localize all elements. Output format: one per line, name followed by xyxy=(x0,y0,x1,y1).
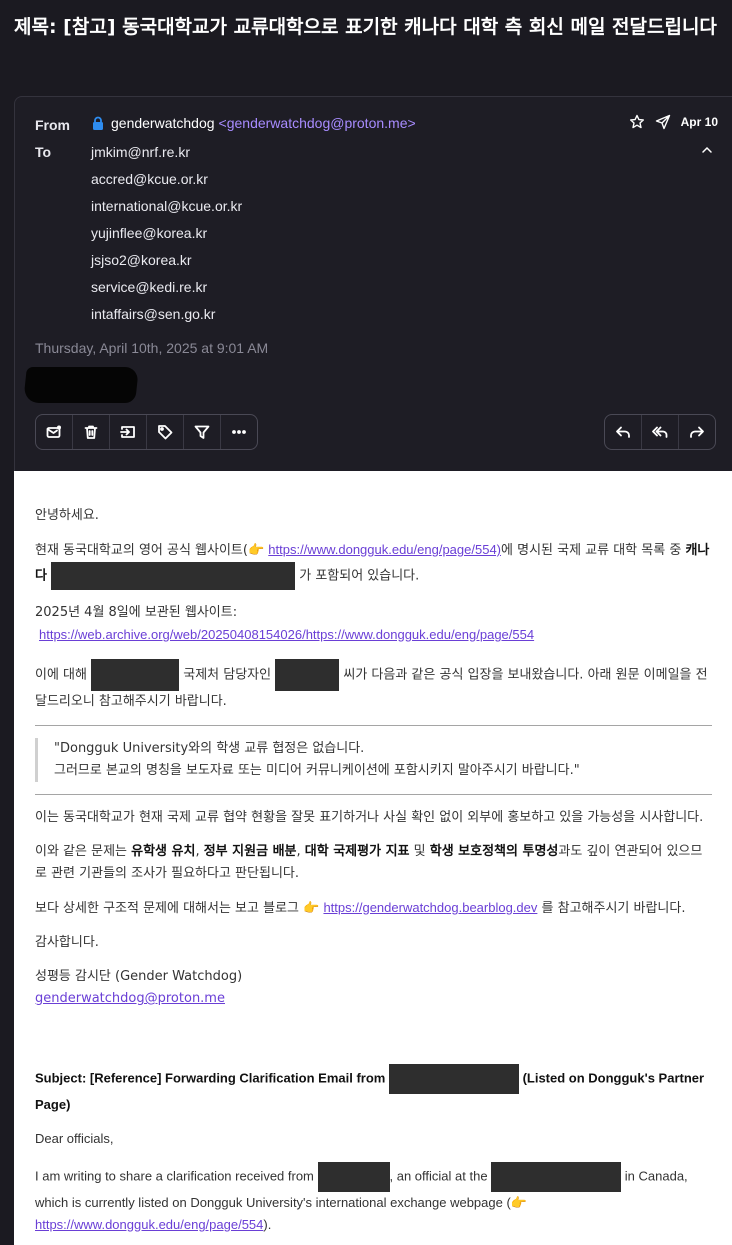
divider xyxy=(35,794,712,795)
forward-button[interactable] xyxy=(679,415,715,449)
move-button[interactable] xyxy=(110,415,147,449)
blog-link[interactable]: https://genderwatchdog.bearblog.dev xyxy=(323,900,537,915)
redaction-mark xyxy=(491,1162,622,1192)
sender-email: <genderwatchdog@proton.me> xyxy=(218,115,416,131)
redaction-mark xyxy=(51,562,296,590)
recipient[interactable]: international@kcue.or.kr xyxy=(91,196,242,223)
english-paragraph-1: I am writing to share a clarification re… xyxy=(35,1162,712,1236)
email-datetime: Thursday, April 10th, 2025 at 9:01 AM xyxy=(35,340,269,356)
archive-link[interactable]: https://web.archive.org/web/202504081540… xyxy=(39,627,534,642)
lock-icon xyxy=(93,116,103,130)
paragraph-4: 이는 동국대학교가 현재 국제 교류 협약 현황을 잘못 표기하거나 사실 확인… xyxy=(35,810,704,825)
email-header-card: From To genderwatchdog <genderwatchdog@p… xyxy=(14,96,732,471)
greeting: 안녕하세요. xyxy=(35,508,99,523)
reply-toolbar xyxy=(604,414,716,450)
redaction-mark xyxy=(91,659,180,691)
recipient[interactable]: yujinflee@korea.kr xyxy=(91,223,242,250)
move-icon xyxy=(120,426,135,438)
email-body: 안녕하세요. 현재 동국대학교의 영어 공식 웹사이트(👉 https://ww… xyxy=(14,471,732,1245)
more-icon xyxy=(232,430,246,434)
recipient[interactable]: intaffairs@sen.go.kr xyxy=(91,304,242,331)
dongguk-link[interactable]: https://www.dongguk.edu/eng/page/554) xyxy=(268,542,501,557)
filter-icon xyxy=(194,425,210,439)
from-label: From xyxy=(35,117,70,133)
dongguk-link[interactable]: https://www.dongguk.edu/eng/page/554 xyxy=(35,1217,263,1232)
redaction-mark xyxy=(23,367,139,403)
filter-button[interactable] xyxy=(184,415,221,449)
reply-all-button[interactable] xyxy=(642,415,679,449)
recipient[interactable]: jsjso2@korea.kr xyxy=(91,250,242,277)
mark-unread-icon xyxy=(46,425,61,438)
paragraph-2: 2025년 4월 8일에 보관된 웹사이트: https://web.archi… xyxy=(35,605,535,642)
message-toolbar xyxy=(35,414,258,450)
to-label: To xyxy=(35,144,52,160)
mark-unread-button[interactable] xyxy=(36,415,73,449)
signature-name: 성평등 감시단 (Gender Watchdog) xyxy=(35,969,243,984)
trash-icon xyxy=(84,425,98,439)
recipient-list: jmkim@nrf.re.kr accred@kcue.or.kr intern… xyxy=(91,142,242,331)
redaction-mark xyxy=(388,1064,519,1094)
label-icon xyxy=(158,425,173,440)
date-short: Apr 10 xyxy=(680,115,718,129)
signature: 성평등 감시단 (Gender Watchdog) genderwatchdog… xyxy=(35,966,712,1010)
sender-name: genderwatchdog xyxy=(111,115,215,131)
chevron-up-icon[interactable] xyxy=(700,143,714,157)
reply-button[interactable] xyxy=(605,415,642,449)
label-button[interactable] xyxy=(147,415,184,449)
quote-block: "Dongguk University와의 학생 교류 협정은 없습니다. 그러… xyxy=(35,738,712,782)
redaction-mark xyxy=(275,659,340,691)
english-subject: Subject: [Reference] Forwarding Clarific… xyxy=(35,1064,712,1116)
paragraph-6: 보다 상세한 구조적 문제에 대해서는 보고 블로그 👉 https://gen… xyxy=(35,900,686,916)
more-button[interactable] xyxy=(221,415,257,449)
recipient[interactable]: accred@kcue.or.kr xyxy=(91,169,242,196)
forward-icon xyxy=(690,426,704,438)
delete-button[interactable] xyxy=(73,415,110,449)
divider xyxy=(35,725,712,726)
star-icon[interactable] xyxy=(629,114,645,130)
redaction-mark xyxy=(317,1162,390,1192)
english-greeting: Dear officials, xyxy=(35,1131,114,1146)
thanks: 감사합니다. xyxy=(35,935,99,950)
sender[interactable]: genderwatchdog <genderwatchdog@proton.me… xyxy=(91,115,416,131)
reply-all-icon xyxy=(652,426,668,438)
sent-icon xyxy=(655,114,670,130)
paragraph-5: 이와 같은 문제는 유학생 유치, 정부 지원금 배분, 대학 국제평가 지표 … xyxy=(35,844,703,881)
recipient[interactable]: jmkim@nrf.re.kr xyxy=(91,142,242,169)
paragraph-1: 현재 동국대학교의 영어 공식 웹사이트(👉 https://www.dongg… xyxy=(35,539,712,590)
recipient[interactable]: service@kedi.re.kr xyxy=(91,277,242,304)
reply-icon xyxy=(616,426,630,438)
signature-email[interactable]: genderwatchdog@proton.me xyxy=(35,991,225,1006)
paragraph-3: 이에 대해 국제처 담당자인 씨가 다음과 같은 공식 입장을 보내왔습니다. … xyxy=(35,659,712,713)
header-actions: Apr 10 xyxy=(629,114,718,130)
email-subject: 제목: [참고] 동국대학교가 교류대학으로 표기한 캐나다 대학 측 회신 메… xyxy=(14,16,717,38)
